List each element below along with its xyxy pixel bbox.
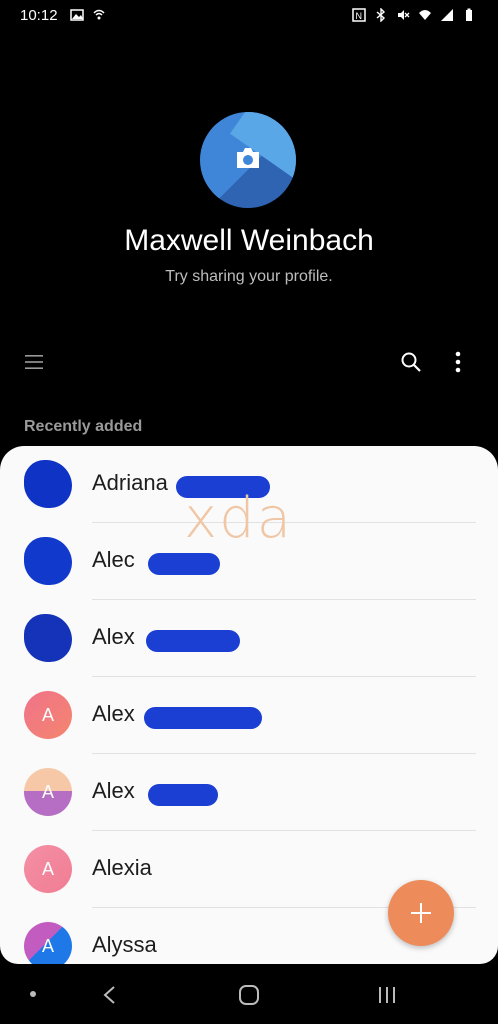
contact-avatar: A [24,768,72,816]
nfc-icon: N [352,8,366,22]
status-time: 10:12 [20,7,58,24]
watermark-logo: xda [184,486,294,551]
profile-avatar[interactable] [200,112,296,208]
profile-subtitle[interactable]: Try sharing your profile. [0,268,498,286]
search-icon[interactable] [400,351,422,373]
recent-apps-icon[interactable] [376,984,398,1006]
contact-avatar: A [24,691,72,739]
contact-avatar [24,460,72,508]
toolbar [0,342,498,382]
contact-name: Alex [92,624,135,649]
signal-icon [441,9,453,21]
more-vert-icon[interactable] [448,350,468,374]
contact-avatar: A [24,922,72,964]
contact-name: Alex [92,701,135,726]
wifi-call-icon [93,9,105,20]
contact-row[interactable]: A Alex [0,754,498,831]
menu-icon[interactable] [24,352,44,372]
redaction-mark [148,784,218,806]
image-icon [70,9,84,21]
contact-name: Alex [92,778,135,803]
profile-name[interactable]: Maxwell Weinbach [0,224,498,258]
section-label-recently-added: Recently added [24,418,143,435]
nav-dot-icon[interactable] [30,991,36,997]
mute-icon [398,10,410,20]
redaction-mark [146,630,240,652]
navigation-bar [0,966,498,1024]
redaction-mark [144,707,262,729]
svg-text:N: N [356,11,363,21]
bluetooth-icon [376,8,386,22]
contact-avatar [24,537,72,585]
wifi-icon [419,10,431,20]
contact-avatar: A [24,845,72,893]
battery-icon [466,8,472,21]
home-icon[interactable] [238,984,260,1006]
contact-name: Alyssa [92,932,157,957]
status-bar: 10:12 N [0,0,498,32]
redaction-mark [148,553,220,575]
back-icon[interactable] [100,984,120,1006]
contact-name: Alexia [92,855,152,880]
add-contact-button[interactable] [388,880,454,946]
camera-icon [237,148,259,168]
contact-row[interactable]: Alex [0,600,498,677]
contact-avatar [24,614,72,662]
contact-name: Adriana [92,470,168,495]
add-icon [411,903,431,923]
contact-name: Alec [92,547,135,572]
contact-row[interactable]: A Alex [0,677,498,754]
